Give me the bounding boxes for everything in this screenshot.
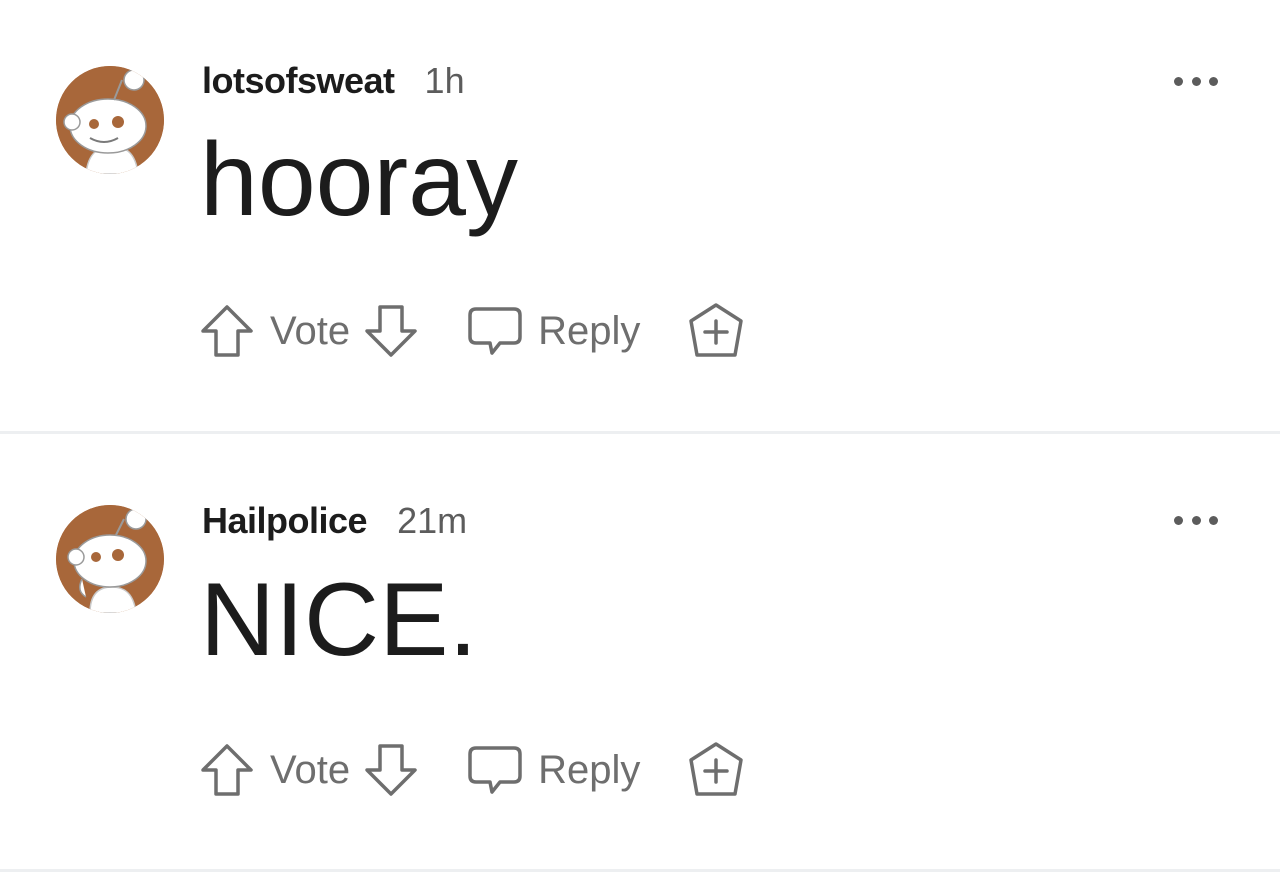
reply-bubble-icon <box>466 303 524 359</box>
snoo-avatar-icon <box>56 505 164 613</box>
username[interactable]: lotsofsweat <box>202 60 395 102</box>
comment: lotsofsweat 1h hooray Vote Reply <box>0 0 1280 432</box>
more-options-dot <box>1209 76 1218 86</box>
vote-label: Vote <box>270 747 351 792</box>
more-options-icon <box>1174 76 1183 86</box>
comment-divider <box>0 431 1280 434</box>
award-button[interactable] <box>686 740 746 800</box>
avatar[interactable] <box>56 66 164 174</box>
comment: Hailpolice 21m NICE. Vote Reply <box>0 435 1280 870</box>
timestamp: 21m <box>397 500 468 541</box>
comment-divider <box>0 869 1280 872</box>
award-icon <box>689 742 744 796</box>
upvote-button[interactable] <box>198 302 256 360</box>
downvote-arrow-icon <box>365 744 417 796</box>
reply-bubble-icon <box>466 742 524 798</box>
more-options-button[interactable] <box>1168 66 1224 96</box>
more-options-button[interactable] <box>1168 505 1224 535</box>
timestamp: 1h <box>424 60 465 101</box>
more-options-dot <box>1209 515 1218 525</box>
vote-label: Vote <box>270 308 351 353</box>
avatar[interactable] <box>56 505 164 613</box>
upvote-arrow-icon <box>201 305 253 357</box>
reply-button[interactable]: Reply <box>466 303 640 359</box>
more-options-dot <box>1191 515 1201 525</box>
upvote-button[interactable] <box>198 741 256 799</box>
award-icon <box>689 303 744 357</box>
comment-meta: Hailpolice 21m <box>202 498 467 544</box>
downvote-button[interactable] <box>362 302 420 360</box>
comment-body: hooray <box>200 122 518 238</box>
comment-actions: Vote Reply <box>198 738 746 802</box>
more-options-dot <box>1191 76 1201 86</box>
comment-body: NICE. <box>200 562 478 678</box>
downvote-button[interactable] <box>362 741 420 799</box>
reply-label: Reply <box>538 308 641 353</box>
snoo-avatar-icon <box>56 66 164 174</box>
reply-button[interactable]: Reply <box>466 742 640 798</box>
upvote-arrow-icon <box>201 744 253 796</box>
username[interactable]: Hailpolice <box>202 500 368 542</box>
reply-label: Reply <box>538 747 641 792</box>
comment-actions: Vote Reply <box>198 299 746 363</box>
downvote-arrow-icon <box>365 305 417 357</box>
award-button[interactable] <box>686 301 746 361</box>
more-options-icon <box>1174 515 1183 525</box>
comment-meta: lotsofsweat 1h <box>202 58 465 104</box>
